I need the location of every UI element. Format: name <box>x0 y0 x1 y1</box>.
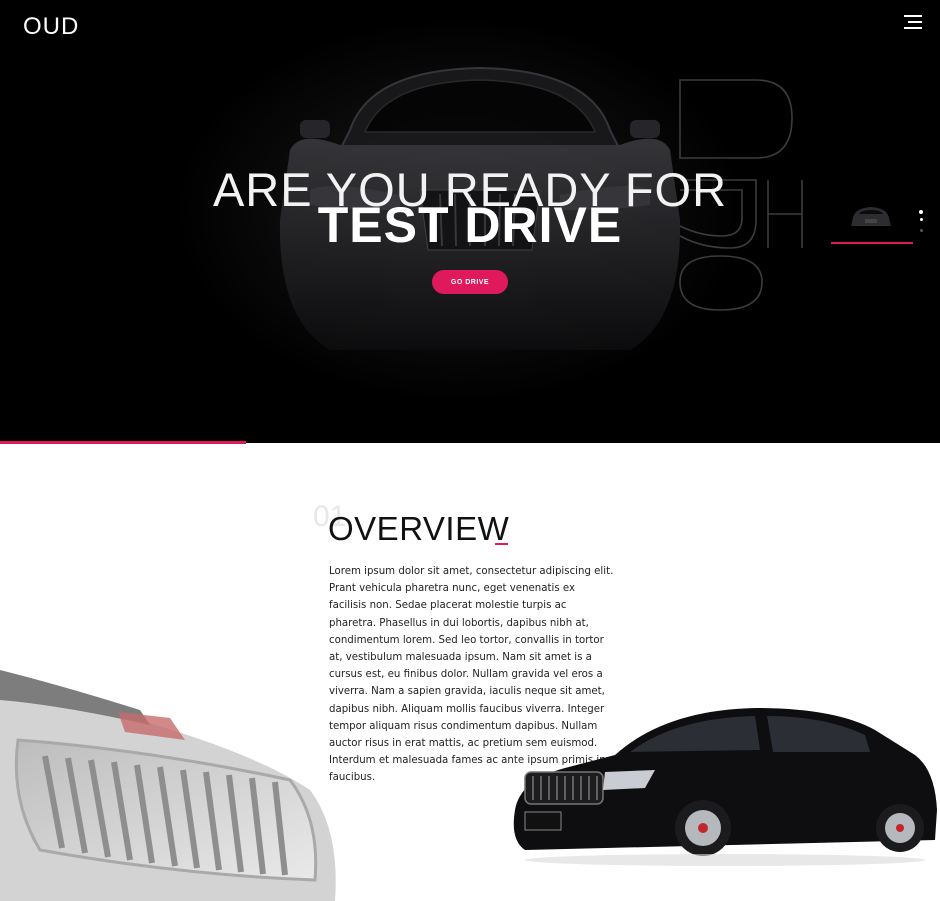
black-sedan-image <box>513 708 937 866</box>
slide-dot-active[interactable] <box>919 210 923 214</box>
scroll-progress-bar <box>0 441 246 444</box>
hero-title-line2: TEST DRIVE <box>317 197 623 253</box>
overview-title: OVERVIEW <box>328 510 510 547</box>
go-drive-button[interactable]: GO DRIVE <box>432 270 508 294</box>
slide-pagination <box>917 210 925 238</box>
slide-thumbnail-car[interactable] <box>845 200 897 232</box>
hamburger-menu-icon[interactable] <box>902 14 922 32</box>
hero-section: OUD ARE YOU READY FOR TEST DRIVE GO DRIV… <box>0 0 940 443</box>
slide-indicator-bar <box>831 242 913 244</box>
title-underscore-accent <box>495 543 508 545</box>
site-logo[interactable]: OUD <box>23 13 79 41</box>
slide-dot[interactable] <box>919 218 923 221</box>
slide-dot[interactable] <box>919 229 923 232</box>
car-grille-closeup-image <box>0 670 336 901</box>
